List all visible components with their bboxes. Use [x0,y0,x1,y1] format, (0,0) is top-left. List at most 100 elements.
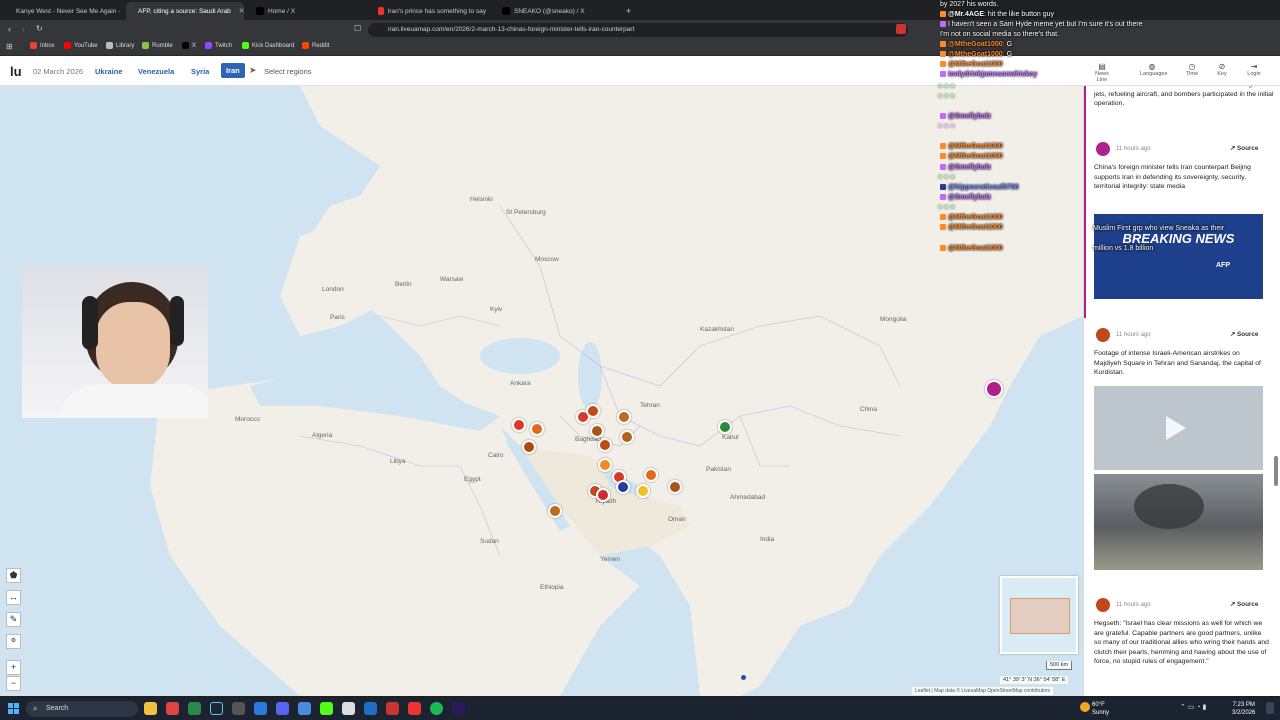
app-icon[interactable] [386,702,399,715]
label-egypt: Egypt [464,476,481,483]
date-selector[interactable]: 02 March 2026 [33,67,83,76]
settings-button[interactable]: ⚙ [6,634,21,649]
twitch-icon [205,42,212,49]
system-tray-icons[interactable]: ⌃ ▭ ◔ ▮ [1180,703,1206,711]
coordinates-readout: 41° 39' 3" N 36° 54' 58" E [1000,676,1069,684]
event-marker[interactable] [598,458,612,472]
label-mongolia: Mongolia [880,316,907,323]
event-marker[interactable] [596,488,610,502]
site-logo[interactable]: lu [10,64,22,79]
region-syria[interactable]: Syria [191,67,209,76]
search-icon: ⌕ [33,704,38,713]
tab-home-x[interactable]: Home / X [248,2,364,20]
event-marker[interactable] [617,410,631,424]
url-field[interactable]: iran.liveuamap.com/en/2026/2-march-13-ch… [368,23,908,37]
app-icon[interactable] [408,702,421,715]
taskbar-search[interactable]: ⌕ Search [26,701,138,717]
back-icon[interactable]: ‹ [8,24,11,34]
bookmark-kick[interactable]: Kick Dashboard [242,42,294,49]
label-berlin: Berlin [395,281,412,288]
discord-icon[interactable] [276,702,289,715]
file-explorer-icon[interactable] [144,702,157,715]
system-clock[interactable]: 7:23 PM 3/2/2026 [1232,701,1255,717]
event-marker[interactable] [530,422,544,436]
region-iran[interactable]: Iran [221,63,245,78]
windows-start-icon[interactable] [8,703,20,715]
zoom-out-button[interactable]: − [6,676,21,691]
chat-line-faded: ■ ■ ■ [938,93,955,100]
location-dot [741,675,746,680]
label-morocco: Morocco [235,416,260,423]
brave-icon[interactable] [166,702,179,715]
source-link[interactable]: ↗ Source [1230,331,1258,338]
app-icon[interactable] [254,702,267,715]
forward-icon[interactable]: › [22,24,25,34]
bookmark-twitch[interactable]: Twitch [205,42,232,49]
event-marker[interactable] [644,468,658,482]
reddit-icon [302,42,309,49]
bookmark-reddit[interactable]: Reddit [302,42,329,49]
select-regions[interactable]: Select regions [264,67,312,76]
steam-icon[interactable] [210,702,223,715]
tab-afp[interactable]: AFP, citing a source: Saudi Arab ✕ [126,2,244,20]
chat-line: @MtheGoat1000 [940,223,1003,233]
event-marker[interactable] [718,420,732,434]
apps-icon[interactable]: ⊞ [6,42,13,51]
bookmark-inbox[interactable]: Inbox [30,42,55,49]
event-marker[interactable] [985,380,1003,398]
bookmark-rumble[interactable]: Rumble [142,42,173,49]
close-icon[interactable]: ✕ [239,7,244,15]
extension-icon[interactable] [896,24,906,34]
kick-icon[interactable] [320,702,333,715]
event-marker[interactable] [548,504,562,518]
bookmark-icon[interactable]: ☐ [354,24,361,33]
smoke-image[interactable] [1094,474,1263,570]
event-marker[interactable] [586,404,600,418]
event-marker[interactable] [598,438,612,452]
chat-line: by 2027 his words. [940,1,999,8]
obs-icon[interactable] [232,702,245,715]
measure-button[interactable]: ↔ [6,590,21,605]
draw-button[interactable]: ✎ [6,612,21,627]
chat-line: @MtheGoat1000 [940,152,1003,162]
reload-icon[interactable]: ↻ [36,24,43,33]
new-tab-button[interactable]: + [618,2,634,20]
webcam-shirt [58,384,208,418]
minimap-viewport[interactable] [1010,598,1070,634]
premiere-icon[interactable] [452,702,465,715]
event-marker[interactable] [616,480,630,494]
event-marker[interactable] [620,430,634,444]
event-marker[interactable] [522,440,536,454]
notifications-icon[interactable] [1266,702,1274,714]
app-icon[interactable] [364,702,377,715]
map-attribution[interactable]: Leaflet | Map data © LiveuaMap OpenStree… [912,687,1054,695]
location-arrow-icon: ➤ [249,65,257,75]
event-marker[interactable] [590,424,604,438]
label-india: India [760,536,775,543]
tab-iran-prince[interactable]: Iran's prince has something to say [370,2,494,20]
zoom-in-button[interactable]: + [6,660,21,675]
bookmark-youtube[interactable]: YouTube [64,42,98,49]
region-venezuela[interactable]: Venezuela [138,67,174,76]
minimap[interactable] [1000,576,1078,654]
tab-sneako[interactable]: SNEAKO (@sneako) / X [494,2,618,20]
label-warsaw: Warsaw [440,276,464,283]
app-icon[interactable] [342,702,355,715]
event-marker[interactable] [512,418,526,432]
chat-line: ionlydrinkjamesonwhiskey [940,70,1037,80]
chat-line: @MtheGoat1000 [940,142,1003,152]
app-icon[interactable] [188,702,201,715]
app-icon[interactable] [298,702,311,715]
tab-kanye[interactable]: Kanye West - Never See Me Again - [4,2,128,20]
layers-button[interactable]: ⬟ [6,568,21,583]
region-ukraine[interactable]: Ukraine [95,67,123,76]
source-link[interactable]: ↗ Source [1230,601,1258,608]
video-thumbnail[interactable] [1094,386,1263,470]
event-marker[interactable] [668,480,682,494]
bookmark-library[interactable]: Library [106,42,134,49]
spotify-icon[interactable] [430,702,443,715]
feed-scrollbar[interactable] [1274,456,1278,486]
event-marker[interactable] [636,484,650,498]
weather-widget[interactable]: 60°F Sunny [1080,701,1109,717]
bookmark-x[interactable]: X [182,42,196,49]
